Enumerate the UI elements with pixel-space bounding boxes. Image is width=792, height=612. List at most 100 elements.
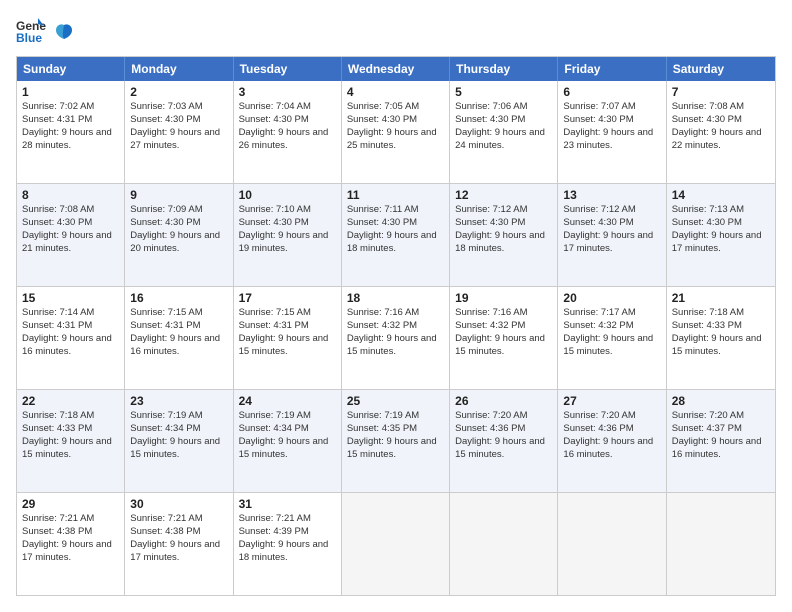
day-info: Sunrise: 7:16 AM — [347, 307, 444, 320]
day-info: Daylight: 9 hours and 17 minutes. — [130, 539, 227, 565]
day-info: Sunrise: 7:08 AM — [22, 204, 119, 217]
day-number: 3 — [239, 84, 336, 100]
calendar-row-4: 29Sunrise: 7:21 AMSunset: 4:38 PMDayligh… — [17, 492, 775, 595]
logo-bird-icon — [54, 21, 74, 41]
day-info: Daylight: 9 hours and 15 minutes. — [22, 436, 119, 462]
day-info: Sunset: 4:31 PM — [239, 320, 336, 333]
day-info: Sunset: 4:30 PM — [672, 114, 770, 127]
day-info: Sunset: 4:33 PM — [22, 423, 119, 436]
day-info: Sunrise: 7:16 AM — [455, 307, 552, 320]
day-cell-12: 12Sunrise: 7:12 AMSunset: 4:30 PMDayligh… — [450, 184, 558, 286]
empty-cell — [450, 493, 558, 595]
day-info: Sunrise: 7:06 AM — [455, 101, 552, 114]
calendar-row-1: 8Sunrise: 7:08 AMSunset: 4:30 PMDaylight… — [17, 183, 775, 286]
day-info: Sunrise: 7:05 AM — [347, 101, 444, 114]
day-number: 19 — [455, 290, 552, 306]
day-info: Sunrise: 7:14 AM — [22, 307, 119, 320]
day-info: Sunrise: 7:02 AM — [22, 101, 119, 114]
day-info: Daylight: 9 hours and 21 minutes. — [22, 230, 119, 256]
day-info: Sunset: 4:34 PM — [239, 423, 336, 436]
day-number: 13 — [563, 187, 660, 203]
day-cell-6: 6Sunrise: 7:07 AMSunset: 4:30 PMDaylight… — [558, 81, 666, 183]
day-info: Sunset: 4:36 PM — [455, 423, 552, 436]
day-number: 18 — [347, 290, 444, 306]
day-info: Sunrise: 7:18 AM — [22, 410, 119, 423]
day-info: Sunrise: 7:21 AM — [130, 513, 227, 526]
day-number: 22 — [22, 393, 119, 409]
day-info: Sunset: 4:32 PM — [347, 320, 444, 333]
day-number: 27 — [563, 393, 660, 409]
day-info: Daylight: 9 hours and 18 minutes. — [455, 230, 552, 256]
day-header-saturday: Saturday — [667, 57, 775, 81]
day-info: Sunrise: 7:20 AM — [563, 410, 660, 423]
day-info: Sunrise: 7:21 AM — [22, 513, 119, 526]
day-info: Daylight: 9 hours and 25 minutes. — [347, 127, 444, 153]
day-cell-26: 26Sunrise: 7:20 AMSunset: 4:36 PMDayligh… — [450, 390, 558, 492]
day-info: Sunrise: 7:03 AM — [130, 101, 227, 114]
day-info: Sunset: 4:30 PM — [455, 217, 552, 230]
day-info: Sunset: 4:30 PM — [130, 217, 227, 230]
calendar-row-0: 1Sunrise: 7:02 AMSunset: 4:31 PMDaylight… — [17, 81, 775, 183]
day-cell-5: 5Sunrise: 7:06 AMSunset: 4:30 PMDaylight… — [450, 81, 558, 183]
day-info: Daylight: 9 hours and 27 minutes. — [130, 127, 227, 153]
day-number: 14 — [672, 187, 770, 203]
day-cell-19: 19Sunrise: 7:16 AMSunset: 4:32 PMDayligh… — [450, 287, 558, 389]
day-info: Sunrise: 7:07 AM — [563, 101, 660, 114]
day-number: 25 — [347, 393, 444, 409]
empty-cell — [667, 493, 775, 595]
day-info: Daylight: 9 hours and 15 minutes. — [455, 436, 552, 462]
day-cell-23: 23Sunrise: 7:19 AMSunset: 4:34 PMDayligh… — [125, 390, 233, 492]
day-cell-29: 29Sunrise: 7:21 AMSunset: 4:38 PMDayligh… — [17, 493, 125, 595]
day-info: Daylight: 9 hours and 28 minutes. — [22, 127, 119, 153]
day-info: Sunrise: 7:13 AM — [672, 204, 770, 217]
day-info: Daylight: 9 hours and 15 minutes. — [455, 333, 552, 359]
day-info: Sunset: 4:30 PM — [455, 114, 552, 127]
day-number: 23 — [130, 393, 227, 409]
day-info: Daylight: 9 hours and 15 minutes. — [672, 333, 770, 359]
day-number: 12 — [455, 187, 552, 203]
day-number: 2 — [130, 84, 227, 100]
day-cell-20: 20Sunrise: 7:17 AMSunset: 4:32 PMDayligh… — [558, 287, 666, 389]
day-header-sunday: Sunday — [17, 57, 125, 81]
day-cell-14: 14Sunrise: 7:13 AMSunset: 4:30 PMDayligh… — [667, 184, 775, 286]
day-info: Daylight: 9 hours and 16 minutes. — [672, 436, 770, 462]
day-header-friday: Friday — [558, 57, 666, 81]
day-info: Sunrise: 7:15 AM — [239, 307, 336, 320]
day-header-wednesday: Wednesday — [342, 57, 450, 81]
day-cell-2: 2Sunrise: 7:03 AMSunset: 4:30 PMDaylight… — [125, 81, 233, 183]
day-info: Sunset: 4:34 PM — [130, 423, 227, 436]
day-number: 20 — [563, 290, 660, 306]
day-cell-3: 3Sunrise: 7:04 AMSunset: 4:30 PMDaylight… — [234, 81, 342, 183]
day-number: 7 — [672, 84, 770, 100]
day-number: 26 — [455, 393, 552, 409]
day-info: Sunrise: 7:21 AM — [239, 513, 336, 526]
day-number: 6 — [563, 84, 660, 100]
day-number: 28 — [672, 393, 770, 409]
day-info: Sunrise: 7:19 AM — [347, 410, 444, 423]
page: General Blue SundayMondayTuesdayWednesda… — [0, 0, 792, 612]
day-cell-28: 28Sunrise: 7:20 AMSunset: 4:37 PMDayligh… — [667, 390, 775, 492]
day-info: Sunset: 4:37 PM — [672, 423, 770, 436]
day-info: Daylight: 9 hours and 16 minutes. — [563, 436, 660, 462]
day-cell-4: 4Sunrise: 7:05 AMSunset: 4:30 PMDaylight… — [342, 81, 450, 183]
day-info: Sunset: 4:31 PM — [130, 320, 227, 333]
logo-icon: General Blue — [16, 16, 46, 46]
day-info: Sunset: 4:38 PM — [22, 526, 119, 539]
day-info: Sunrise: 7:11 AM — [347, 204, 444, 217]
day-number: 9 — [130, 187, 227, 203]
day-number: 30 — [130, 496, 227, 512]
day-number: 10 — [239, 187, 336, 203]
day-info: Daylight: 9 hours and 18 minutes. — [239, 539, 336, 565]
day-info: Sunset: 4:32 PM — [455, 320, 552, 333]
day-info: Sunset: 4:32 PM — [563, 320, 660, 333]
day-info: Daylight: 9 hours and 15 minutes. — [347, 436, 444, 462]
day-info: Daylight: 9 hours and 15 minutes. — [130, 436, 227, 462]
day-cell-27: 27Sunrise: 7:20 AMSunset: 4:36 PMDayligh… — [558, 390, 666, 492]
day-info: Sunrise: 7:15 AM — [130, 307, 227, 320]
day-number: 17 — [239, 290, 336, 306]
day-info: Sunrise: 7:10 AM — [239, 204, 336, 217]
day-info: Sunrise: 7:08 AM — [672, 101, 770, 114]
day-info: Daylight: 9 hours and 15 minutes. — [239, 333, 336, 359]
day-info: Sunset: 4:30 PM — [563, 217, 660, 230]
day-cell-21: 21Sunrise: 7:18 AMSunset: 4:33 PMDayligh… — [667, 287, 775, 389]
